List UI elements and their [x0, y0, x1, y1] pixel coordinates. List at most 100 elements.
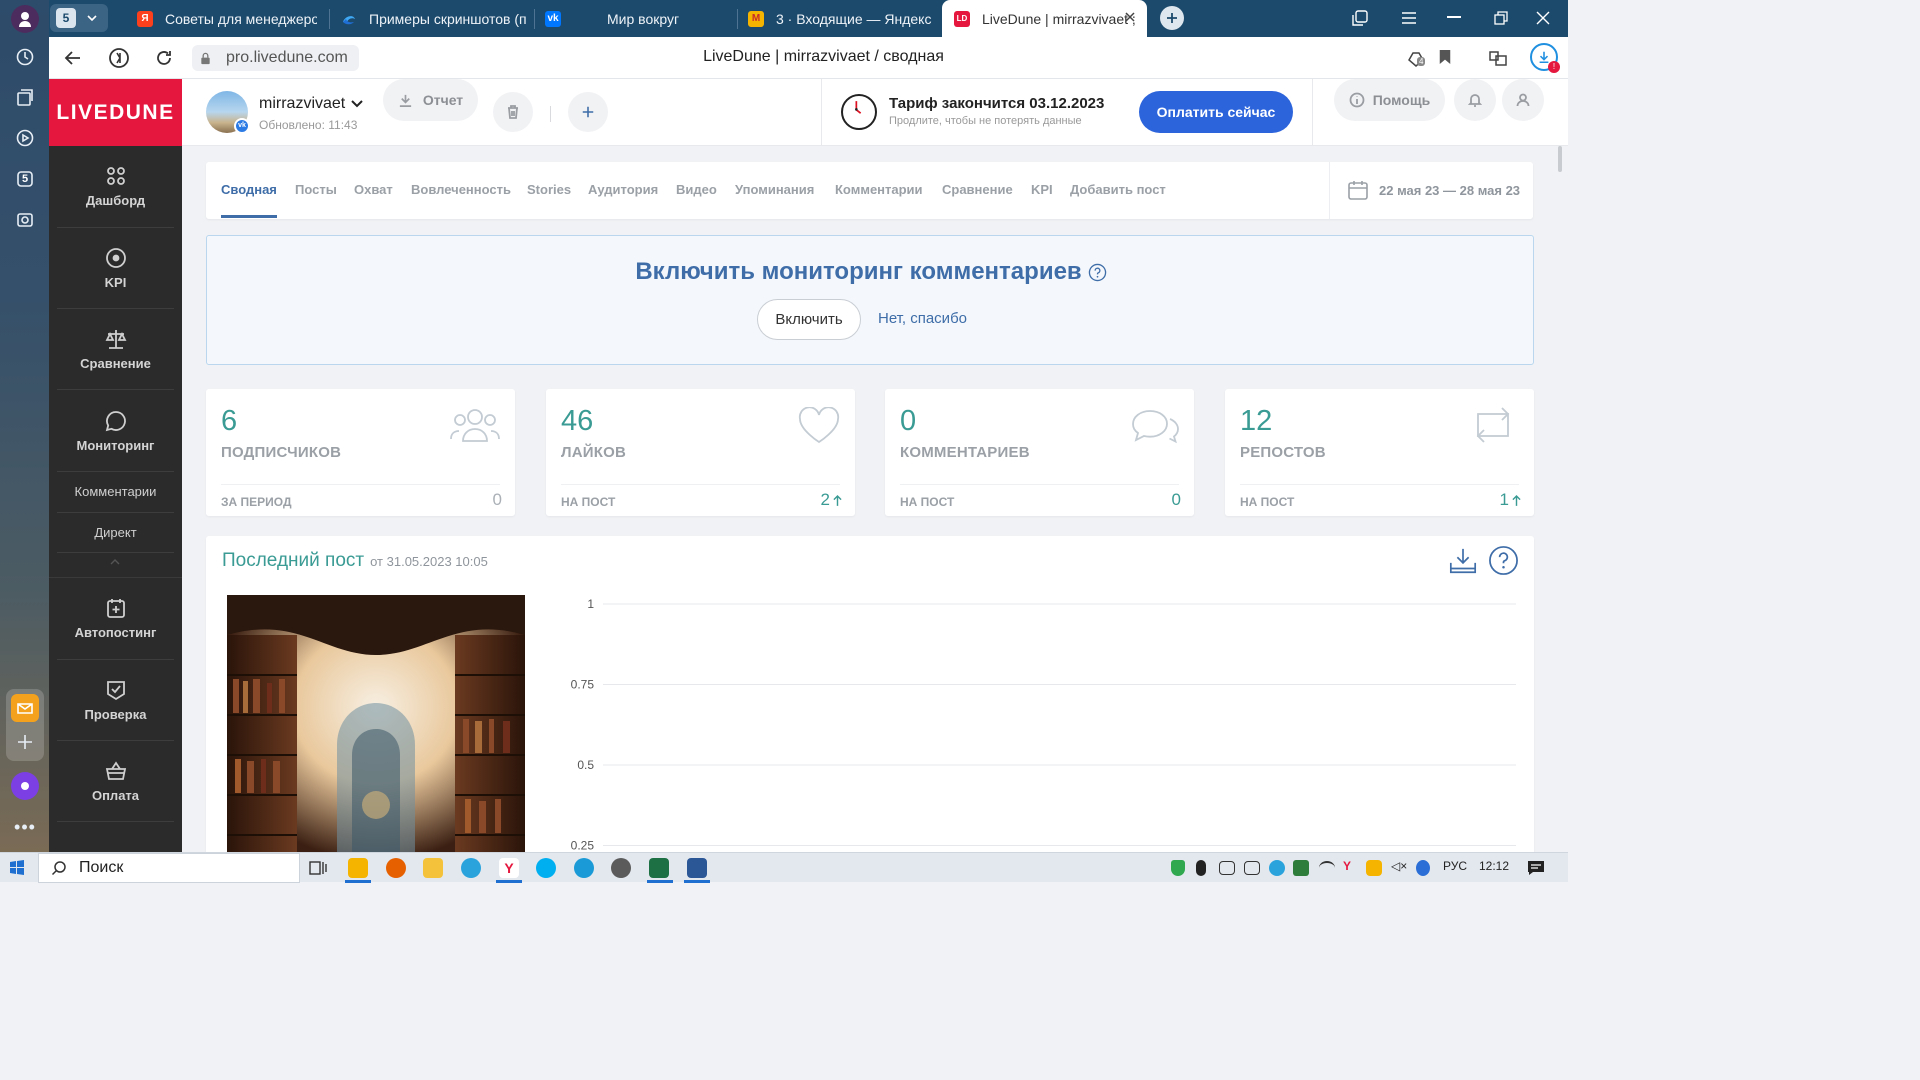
- tab-kpi[interactable]: KPI: [1031, 162, 1053, 218]
- telegram-tray-icon[interactable]: [1269, 860, 1285, 876]
- language-indicator[interactable]: РУС: [1443, 859, 1467, 873]
- scrollbar[interactable]: [1556, 146, 1564, 852]
- security-tray-icon[interactable]: [1171, 860, 1185, 876]
- taskbar-search[interactable]: Поиск: [38, 853, 300, 883]
- reload-icon[interactable]: [153, 47, 175, 69]
- task-view-icon[interactable]: [308, 858, 328, 878]
- restore-icon[interactable]: [1493, 10, 1509, 26]
- tab-summary[interactable]: Сводная: [221, 162, 277, 218]
- delete-button[interactable]: [493, 92, 533, 132]
- download-report-icon[interactable]: [1448, 546, 1478, 576]
- windows-start-icon[interactable]: [9, 860, 25, 876]
- excel-icon[interactable]: [649, 858, 669, 878]
- tabs-list-icon[interactable]: [1351, 9, 1369, 27]
- downloads-icon[interactable]: !: [1530, 43, 1560, 73]
- whatsapp-icon[interactable]: [611, 858, 631, 878]
- address-bar: pro.livedune.com LiveDune | mirrazvivaet…: [49, 37, 1568, 79]
- sidebar-item-kpi[interactable]: KPI: [49, 246, 182, 290]
- browser-tab[interactable]: Примеры скриншотов (по: [341, 0, 526, 37]
- help-circle-icon[interactable]: [1488, 545, 1519, 576]
- report-button[interactable]: Отчет: [383, 79, 478, 121]
- notes-tray-icon[interactable]: [1366, 860, 1382, 876]
- add-panel-icon[interactable]: [11, 728, 39, 756]
- battery-tray-icon[interactable]: [1244, 861, 1260, 875]
- back-arrow-icon[interactable]: [62, 47, 84, 69]
- sidebar-subitem-comments[interactable]: Комментарии: [49, 484, 182, 499]
- clock[interactable]: 12:12: [1479, 859, 1509, 873]
- video-play-icon[interactable]: [11, 124, 39, 152]
- tab-engagement[interactable]: Вовлеченность: [411, 162, 511, 218]
- firefox-icon[interactable]: [386, 858, 406, 878]
- sidebar-subitem-direct[interactable]: Директ: [49, 525, 182, 540]
- close-window-icon[interactable]: [1535, 10, 1551, 26]
- notifications-button[interactable]: [1454, 79, 1496, 121]
- history-icon[interactable]: [11, 43, 39, 71]
- collections-icon[interactable]: [11, 84, 39, 112]
- browser-tab[interactable]: vk Мир вокруг: [545, 0, 725, 37]
- more-icon[interactable]: •••: [11, 813, 39, 841]
- tab-group-5-icon[interactable]: 5: [11, 165, 39, 193]
- url-field[interactable]: pro.livedune.com: [192, 45, 359, 71]
- tab-add-post[interactable]: Добавить пост: [1070, 162, 1166, 218]
- shield-tray-icon[interactable]: [1293, 860, 1309, 876]
- collapse-chevron-icon[interactable]: [109, 558, 121, 566]
- help-button[interactable]: Помощь: [1334, 79, 1445, 121]
- yandex-browser-icon[interactable]: Y: [499, 858, 519, 878]
- sidebar-item-payment[interactable]: Оплата: [49, 759, 182, 803]
- word-icon[interactable]: [687, 858, 707, 878]
- yandex-tray-icon[interactable]: Y: [1343, 859, 1351, 873]
- wifi-tray-icon[interactable]: [1319, 861, 1335, 875]
- minimize-icon[interactable]: [1447, 16, 1461, 18]
- tab-comparison[interactable]: Сравнение: [942, 162, 1013, 218]
- microphone-tray-icon[interactable]: [1196, 860, 1206, 876]
- bluetooth-tray-icon[interactable]: [1416, 860, 1430, 876]
- account-selector[interactable]: mirrazvivaet: [259, 95, 363, 113]
- browser-tab[interactable]: M3 · Входящие — Яндекс По: [748, 0, 936, 37]
- notification-center-icon[interactable]: [1527, 860, 1545, 876]
- new-tab-button[interactable]: [1160, 6, 1184, 30]
- menu-icon[interactable]: [1400, 10, 1418, 26]
- tab-stories[interactable]: Stories: [527, 162, 571, 218]
- sticky-notes-icon[interactable]: [348, 858, 368, 878]
- extensions-icon[interactable]: [1487, 47, 1509, 69]
- close-tab-icon[interactable]: [1123, 10, 1137, 24]
- telegram-icon[interactable]: [461, 858, 481, 878]
- pay-now-button[interactable]: Оплатить сейчас: [1139, 91, 1293, 133]
- edge-icon[interactable]: [574, 858, 594, 878]
- tab-comments[interactable]: Комментарии: [835, 162, 923, 218]
- add-account-button[interactable]: [568, 92, 608, 132]
- sidebar-item-dashboard[interactable]: Дашборд: [49, 164, 182, 208]
- browser-tab-active[interactable]: LD LiveDune | mirrazvivaet ;: [942, 0, 1147, 37]
- screenshot-icon[interactable]: [11, 206, 39, 234]
- scrollbar-thumb[interactable]: [1558, 146, 1562, 172]
- tab-posts[interactable]: Посты: [295, 162, 337, 218]
- file-explorer-icon[interactable]: [423, 858, 443, 878]
- date-range-picker[interactable]: 22 мая 23 — 28 мая 23: [1347, 179, 1520, 201]
- help-circle-icon[interactable]: [1088, 263, 1107, 282]
- camera-tray-icon[interactable]: [1219, 861, 1235, 875]
- bookmark-icon[interactable]: [1438, 48, 1452, 66]
- skype-icon[interactable]: [536, 858, 556, 878]
- tab-reach[interactable]: Охват: [354, 162, 393, 218]
- mail-app-icon[interactable]: [11, 694, 39, 722]
- alice-assistant-icon[interactable]: [11, 772, 39, 800]
- browser-tab[interactable]: Я Советы для менеджеров: [137, 0, 317, 37]
- alice-profile-icon[interactable]: [11, 5, 39, 33]
- volume-tray-icon[interactable]: ◁×: [1391, 859, 1407, 873]
- post-image[interactable]: [227, 595, 525, 852]
- sidebar-item-monitoring[interactable]: Мониторинг: [49, 409, 182, 453]
- sidebar-item-autoposting[interactable]: Автопостинг: [49, 596, 182, 640]
- heart-icon: [797, 407, 841, 445]
- tab-mentions[interactable]: Упоминания: [735, 162, 814, 218]
- enable-monitoring-button[interactable]: Включить: [757, 299, 861, 340]
- tab-group-selector[interactable]: 5: [50, 4, 108, 32]
- sidebar-item-check[interactable]: Проверка: [49, 678, 182, 722]
- yandex-logo-icon[interactable]: [108, 47, 130, 69]
- tab-audience[interactable]: Аудитория: [588, 162, 658, 218]
- sidebar-item-comparison[interactable]: Сравнение: [49, 327, 182, 371]
- decline-link[interactable]: Нет, спасибо: [878, 310, 967, 327]
- profile-button[interactable]: [1502, 79, 1544, 121]
- protect-icon[interactable]: 4: [1405, 47, 1427, 69]
- tab-video[interactable]: Видео: [676, 162, 717, 218]
- livedune-logo[interactable]: LIVEDUNE: [49, 79, 182, 146]
